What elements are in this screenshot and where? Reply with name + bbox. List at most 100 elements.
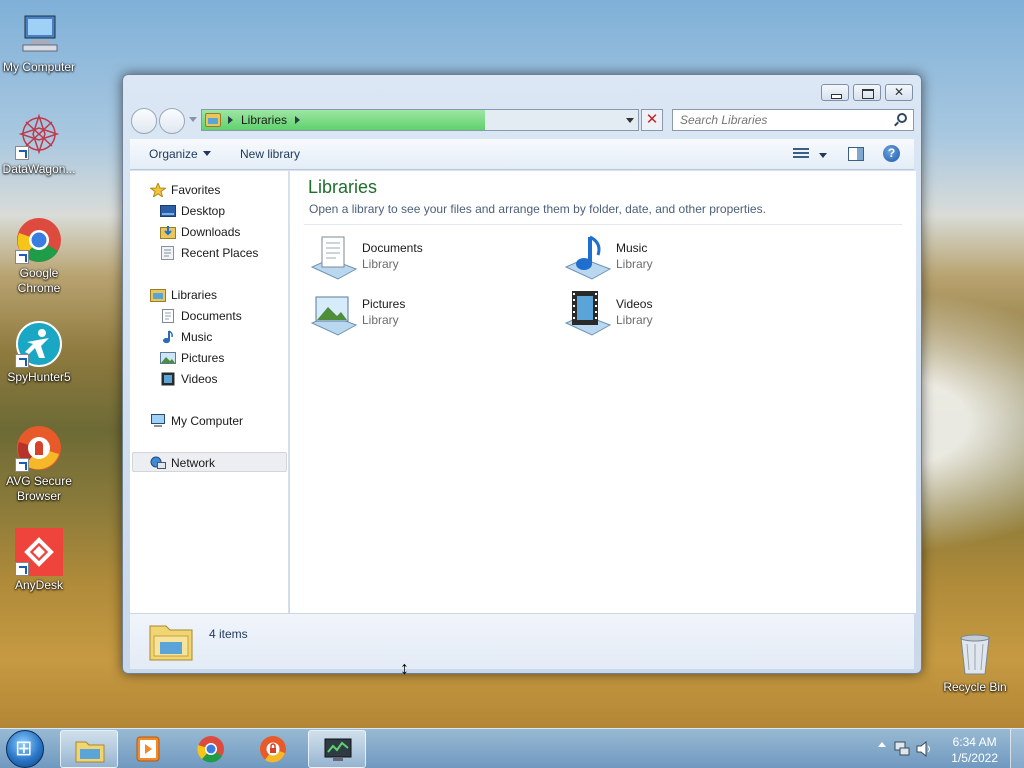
library-kind: Library	[362, 257, 399, 271]
desktop-icon-label: Recycle Bin	[943, 680, 1007, 694]
taskbar-avg-browser-button[interactable]	[244, 730, 302, 768]
search-icon[interactable]	[897, 113, 907, 123]
desktop-icon-datawagon[interactable]: DataWagon...	[0, 112, 78, 177]
library-tile-pictures[interactable]: Pictures Library	[308, 289, 548, 339]
avg-browser-icon	[15, 424, 63, 472]
star-icon	[149, 181, 167, 199]
organize-label: Organize	[149, 147, 198, 161]
nav-documents[interactable]: Documents	[130, 306, 287, 326]
datawagon-icon	[15, 112, 63, 160]
shortcut-arrow-icon	[15, 250, 29, 264]
library-tile-music[interactable]: Music Library	[562, 233, 802, 283]
shortcut-arrow-icon	[15, 146, 29, 160]
library-tile-videos[interactable]: Videos Library	[562, 289, 802, 339]
picture-icon	[160, 351, 176, 365]
recent-pages-dropdown[interactable]	[189, 117, 197, 122]
search-box[interactable]	[672, 109, 914, 131]
nav-network[interactable]: Network	[132, 452, 287, 472]
desktop-icon	[160, 204, 176, 218]
page-subtitle: Open a library to see your files and arr…	[309, 202, 766, 216]
shortcut-arrow-icon	[15, 354, 29, 368]
recycle-bin-icon	[951, 630, 999, 678]
help-icon[interactable]: ?	[883, 145, 900, 162]
preview-pane-icon[interactable]	[848, 147, 864, 161]
clock-date: 1/5/2022	[951, 751, 998, 765]
desktop-icon-google-chrome[interactable]: Google Chrome	[0, 216, 78, 296]
library-kind: Library	[616, 313, 653, 327]
network-icon	[150, 456, 166, 470]
show-hidden-icons-icon[interactable]	[878, 742, 886, 747]
videos-library-icon	[562, 289, 612, 339]
desktop-icon-recycle-bin[interactable]: Recycle Bin	[936, 630, 1014, 695]
avg-browser-icon	[258, 735, 288, 763]
stop-loading-button[interactable]: ✕	[641, 109, 663, 131]
forward-button[interactable]	[159, 108, 185, 134]
nav-desktop[interactable]: Desktop	[130, 201, 287, 221]
libraries-large-icon	[148, 618, 194, 667]
divider	[304, 224, 902, 225]
content-pane: Libraries Open a library to see your fil…	[290, 171, 916, 613]
start-button[interactable]	[6, 730, 44, 768]
breadcrumb-separator-icon[interactable]	[228, 116, 233, 124]
nav-my-computer[interactable]: My Computer	[130, 411, 287, 431]
system-tray: 6:34 AM 1/5/2022	[854, 729, 1024, 768]
close-button[interactable]: ✕	[885, 84, 913, 101]
clock[interactable]: 6:34 AM 1/5/2022	[951, 734, 998, 766]
nav-pictures[interactable]: Pictures	[130, 348, 287, 368]
shortcut-arrow-icon	[15, 458, 29, 472]
nav-libraries[interactable]: Libraries	[130, 285, 287, 305]
details-pane: 4 items	[130, 613, 914, 669]
libraries-icon	[150, 288, 166, 302]
anydesk-icon	[15, 528, 63, 576]
show-desktop-button[interactable]	[1010, 729, 1024, 768]
music-library-icon	[562, 233, 612, 283]
media-player-icon	[134, 735, 164, 763]
navigation-pane: Favorites Desktop Downloads Recent Place…	[130, 171, 289, 613]
minimize-button[interactable]	[821, 84, 849, 101]
desktop-icon-label: DataWagon...	[2, 162, 76, 176]
maximize-button[interactable]	[853, 84, 881, 101]
chrome-icon	[196, 735, 226, 763]
folder-icon	[75, 736, 105, 764]
computer-icon	[15, 10, 63, 58]
desktop-icon-avg-secure-browser[interactable]: AVG Secure Browser	[0, 424, 78, 504]
nav-favorites[interactable]: Favorites	[130, 180, 287, 200]
taskbar-explorer-button[interactable]	[60, 730, 118, 768]
network-status-icon[interactable]	[894, 741, 910, 760]
change-view-icon[interactable]	[793, 148, 809, 162]
desktop-icon-label: AnyDesk	[14, 578, 64, 592]
navigation-bar: Libraries ✕	[131, 108, 914, 134]
desktop-icon-spyhunter5[interactable]: SpyHunter5	[0, 320, 78, 385]
clock-time: 6:34 AM	[952, 735, 997, 749]
chrome-icon	[15, 216, 63, 264]
explorer-window[interactable]: ✕ Libraries ✕ Organize New library ?	[122, 74, 922, 674]
library-tile-documents[interactable]: Documents Library	[308, 233, 548, 283]
new-library-button[interactable]: New library	[240, 147, 300, 161]
library-kind: Library	[362, 313, 399, 327]
libraries-folder-icon	[205, 113, 221, 127]
nav-downloads[interactable]: Downloads	[130, 222, 287, 242]
recent-places-icon	[160, 246, 176, 260]
nav-recent-places[interactable]: Recent Places	[130, 243, 287, 263]
back-button[interactable]	[131, 108, 157, 134]
desktop-icon-label: SpyHunter5	[7, 370, 71, 384]
desktop-icon-my-computer[interactable]: My Computer	[0, 10, 78, 75]
nav-music[interactable]: Music	[130, 327, 287, 347]
view-options-dropdown[interactable]	[819, 153, 827, 158]
film-icon	[160, 372, 176, 386]
desktop-icon-anydesk[interactable]: AnyDesk	[0, 528, 78, 593]
taskbar: 6:34 AM 1/5/2022	[0, 728, 1024, 768]
address-history-dropdown[interactable]	[626, 118, 634, 123]
taskbar-monitor-app-button[interactable]	[308, 730, 366, 768]
volume-icon[interactable]	[916, 740, 932, 760]
address-bar[interactable]: Libraries	[201, 109, 639, 131]
organize-button[interactable]: Organize	[149, 147, 211, 161]
taskbar-media-player-button[interactable]	[120, 730, 178, 768]
document-icon	[160, 309, 176, 323]
taskbar-chrome-button[interactable]	[182, 730, 240, 768]
shortcut-arrow-icon	[15, 562, 29, 576]
nav-videos[interactable]: Videos	[130, 369, 287, 389]
search-input[interactable]	[673, 110, 883, 130]
breadcrumb-libraries[interactable]: Libraries	[241, 113, 287, 127]
breadcrumb-separator-icon[interactable]	[295, 116, 300, 124]
